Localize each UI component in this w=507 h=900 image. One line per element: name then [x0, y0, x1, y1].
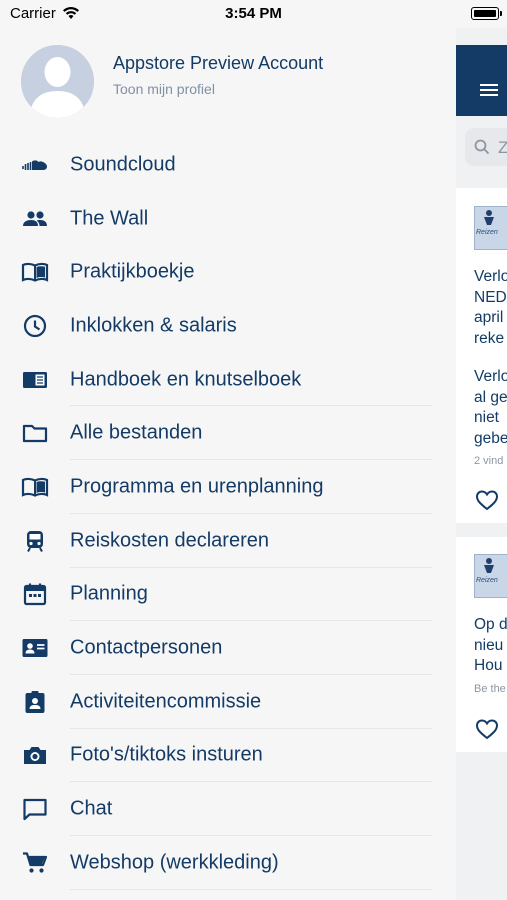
badge-icon	[20, 689, 50, 715]
chat-icon	[20, 796, 50, 822]
post-text-line: nieu	[474, 636, 504, 654]
menu-item-label: Handboek en knutselboek	[70, 368, 302, 391]
menu-item-activiteitencommissie[interactable]: Activiteitencommissie	[0, 675, 456, 729]
post-text-line: reke	[474, 329, 505, 347]
menu-item-handboek[interactable]: Handboek en knutselboek	[0, 353, 456, 407]
menu-item-label: Chat	[70, 797, 113, 820]
thumbnail-caption: Reizen	[476, 577, 498, 584]
mascot-logo-icon	[484, 558, 494, 573]
person-silhouette-icon	[21, 45, 94, 118]
menu-item-label: Praktijkboekje	[70, 260, 195, 283]
camera-icon	[20, 742, 50, 768]
feed-post[interactable]: Reizen Op d nieu Hou Be the	[456, 537, 507, 752]
navigation-drawer: Appstore Preview Account Toon mijn profi…	[0, 28, 456, 900]
menu-item-soundcloud[interactable]: Soundcloud	[0, 138, 456, 192]
avatar[interactable]	[21, 45, 94, 118]
status-bar: Carrier 3:54 PM	[0, 0, 507, 28]
menu-item-programma[interactable]: Programma en urenplanning	[0, 460, 456, 514]
post-text-line: NED	[474, 288, 507, 306]
clock-icon	[20, 313, 50, 339]
post-text-line: Verlo	[474, 368, 507, 385]
post-thumbnail: Reizen	[474, 206, 507, 250]
open-book-icon	[20, 474, 50, 500]
menu-item-label: Webshop (werkkleding)	[70, 851, 279, 874]
menu-item-label: Reiskosten declareren	[70, 529, 269, 552]
menu-item-chat[interactable]: Chat	[0, 782, 456, 836]
menu-item-label: Activiteitencommissie	[70, 690, 262, 713]
thumbnail-caption: Reizen	[476, 229, 498, 236]
post-text-line: april	[474, 309, 504, 326]
like-heart-icon[interactable]	[475, 718, 499, 740]
cart-icon	[20, 850, 50, 876]
soundcloud-icon	[20, 152, 50, 178]
menu-item-label: Inklokken & salaris	[70, 314, 237, 337]
post-text-line: Op d	[474, 616, 507, 633]
profile-header[interactable]: Appstore Preview Account Toon mijn profi…	[0, 28, 456, 138]
post-thumbnail: Reizen	[474, 554, 507, 598]
post-text-line: gebe	[474, 429, 507, 447]
menu-item-fotos-tiktoks[interactable]: Foto's/tiktoks insturen	[0, 729, 456, 783]
feed-post[interactable]: Reizen Verlo NED april reke Verlo al ge …	[456, 188, 507, 523]
notebook-icon	[20, 367, 50, 393]
drawer-menu: Soundcloud The Wall Praktijkboekje Inklo…	[0, 138, 456, 890]
menu-item-label: Foto's/tiktoks insturen	[70, 743, 263, 766]
open-book-icon	[20, 259, 50, 285]
main-content: Z Reizen Verlo NED april reke Verlo al g…	[456, 28, 507, 900]
menu-item-label: Alle bestanden	[70, 421, 203, 444]
mascot-logo-icon	[484, 210, 494, 225]
contact-card-icon	[20, 635, 50, 661]
menu-item-planning[interactable]: Planning	[0, 568, 456, 622]
menu-item-praktijkboekje[interactable]: Praktijkboekje	[0, 245, 456, 299]
top-app-bar	[456, 45, 507, 116]
menu-item-label: Planning	[70, 582, 148, 605]
menu-separator	[70, 888, 432, 890]
post-text-line: al ge	[474, 388, 507, 406]
menu-item-label: The Wall	[70, 207, 149, 230]
menu-item-webshop[interactable]: Webshop (werkkleding)	[0, 836, 456, 890]
menu-item-the-wall[interactable]: The Wall	[0, 192, 456, 246]
group-icon	[20, 206, 50, 232]
menu-item-label: Contactpersonen	[70, 636, 223, 659]
post-meta: Be the	[474, 683, 506, 695]
post-meta: 2 vind	[474, 455, 504, 467]
menu-item-reiskosten[interactable]: Reiskosten declareren	[0, 514, 456, 568]
menu-item-label: Soundcloud	[70, 153, 176, 176]
menu-item-inklokken[interactable]: Inklokken & salaris	[0, 299, 456, 353]
menu-item-alle-bestanden[interactable]: Alle bestanden	[0, 406, 456, 461]
train-icon	[20, 528, 50, 554]
status-time: 3:54 PM	[225, 5, 282, 22]
search-placeholder: Z	[498, 138, 507, 157]
battery-cap	[500, 11, 502, 16]
post-text-line: Verlo	[474, 268, 507, 285]
post-text-line: Hou	[474, 657, 503, 674]
post-text-line: niet	[474, 409, 499, 426]
menu-item-label: Programma en urenplanning	[70, 475, 324, 498]
like-heart-icon[interactable]	[475, 489, 499, 511]
menu-icon[interactable]	[480, 84, 498, 98]
menu-item-contactpersonen[interactable]: Contactpersonen	[0, 621, 456, 675]
profile-name: Appstore Preview Account	[113, 53, 324, 73]
battery-icon	[471, 7, 499, 20]
search-input[interactable]: Z	[465, 128, 507, 166]
search-icon	[474, 139, 490, 155]
calendar-icon	[20, 581, 50, 607]
folder-icon	[20, 420, 50, 446]
show-profile-link[interactable]: Toon mijn profiel	[113, 81, 215, 97]
